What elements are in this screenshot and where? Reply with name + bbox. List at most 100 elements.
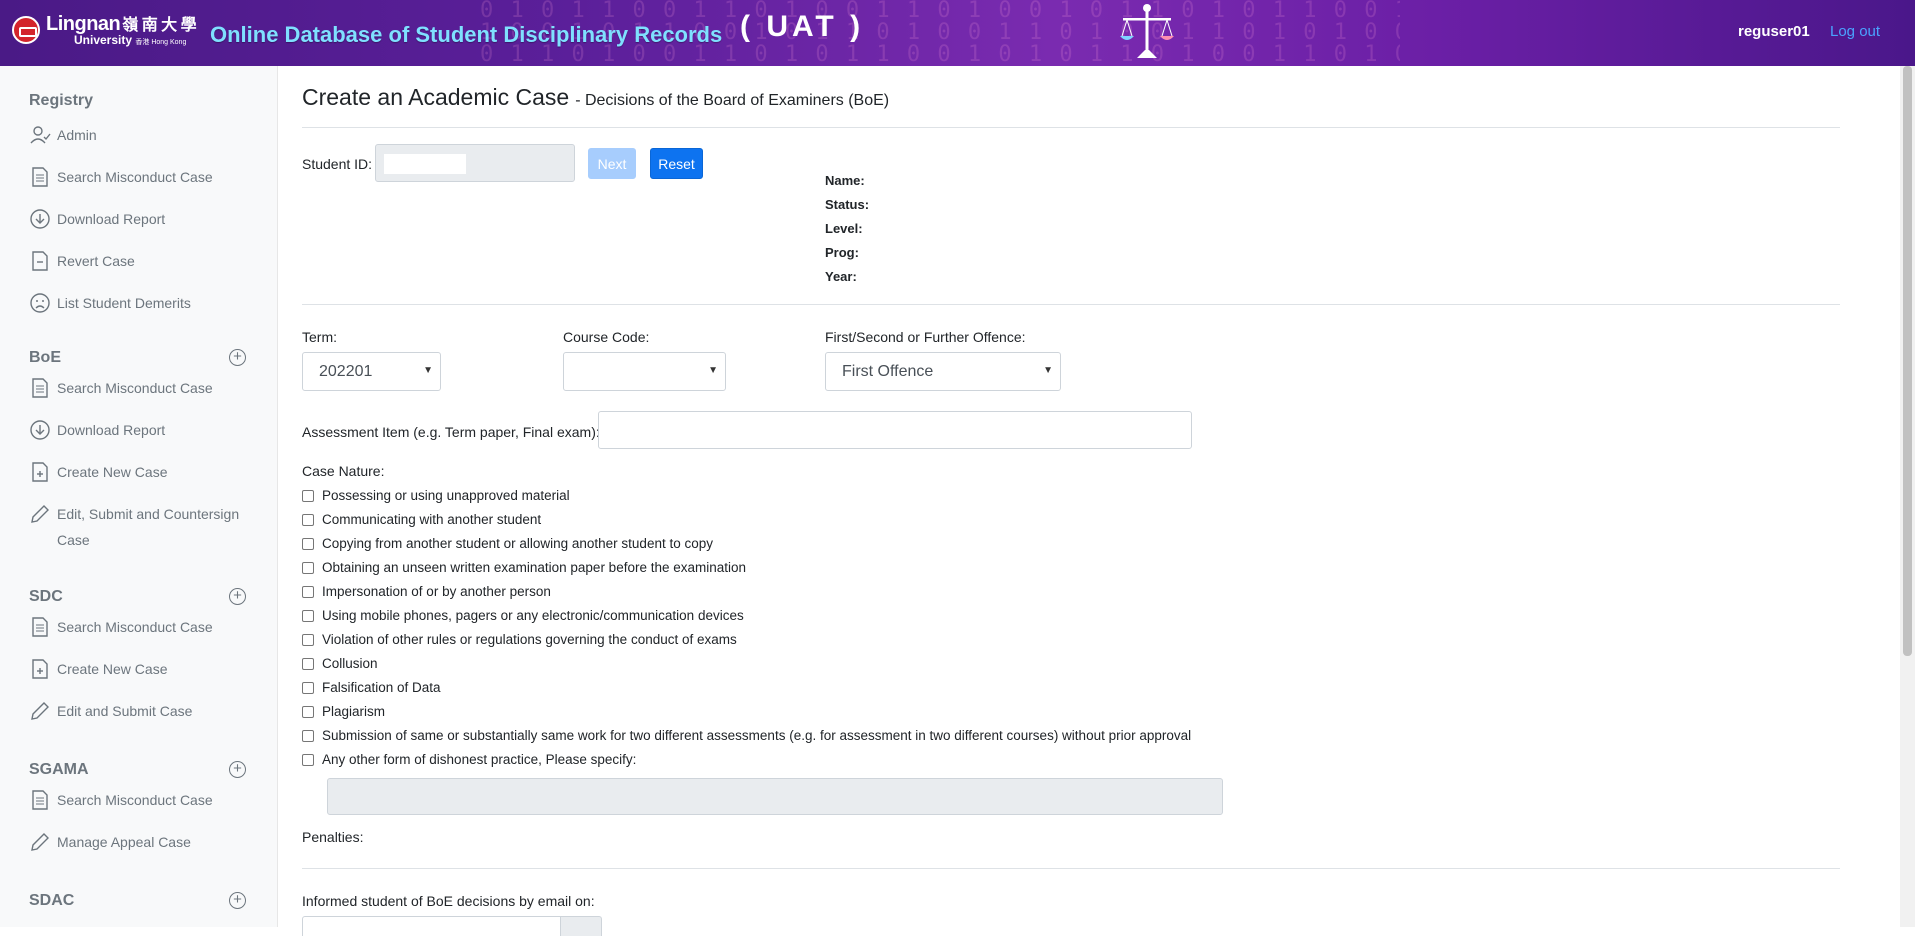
- section-title-registry: Registry: [29, 92, 94, 109]
- logout-link[interactable]: Log out: [1830, 23, 1880, 40]
- sidebar-item-label: Admin: [57, 127, 97, 143]
- download-circle-icon: [29, 208, 51, 230]
- term-label: Term:: [302, 329, 337, 345]
- student-prog-label: Prog:: [825, 245, 859, 260]
- case-nature-option[interactable]: Plagiarism: [302, 704, 385, 719]
- next-button[interactable]: Next: [588, 148, 636, 179]
- case-nature-label-text: Violation of other rules or regulations …: [322, 632, 737, 647]
- expand-sdac-plus-icon[interactable]: +: [229, 892, 246, 909]
- sidebar-item-registry-download[interactable]: Download Report: [29, 206, 249, 232]
- informed-date-label: Informed student of BoE decisions by ema…: [302, 893, 595, 909]
- sidebar-item-label: Create New Case: [57, 464, 168, 480]
- sidebar-item-student-demerits[interactable]: List Student Demerits: [29, 290, 249, 316]
- sidebar-item-registry-search[interactable]: Search Misconduct Case: [29, 164, 249, 190]
- case-nature-checkbox[interactable]: [302, 729, 314, 742]
- case-nature-option[interactable]: Any other form of dishonest practice, Pl…: [302, 752, 636, 767]
- sidebar-item-sgama-search[interactable]: Search Misconduct Case: [29, 787, 249, 813]
- student-name-label: Name:: [825, 173, 865, 188]
- case-nature-checkbox[interactable]: [302, 537, 314, 550]
- sidebar-item-label: Manage Appeal Case: [57, 834, 191, 850]
- case-nature-option[interactable]: Communicating with another student: [302, 512, 541, 527]
- sidebar-item-admin[interactable]: Admin: [29, 122, 249, 148]
- expand-sgama-plus-icon[interactable]: +: [229, 761, 246, 778]
- offence-select[interactable]: First Offence ▼: [825, 352, 1061, 391]
- page-title: Create an Academic Case - Decisions of th…: [302, 84, 889, 111]
- case-nature-option[interactable]: Submission of same or substantially same…: [302, 728, 1191, 743]
- case-nature-option[interactable]: Falsification of Data: [302, 680, 441, 695]
- chevron-down-icon: ▼: [1043, 365, 1053, 376]
- reset-button[interactable]: Reset: [650, 148, 703, 179]
- document-plus-icon: [29, 658, 51, 680]
- case-nature-checkbox[interactable]: [302, 753, 314, 766]
- current-user: reguser01: [1738, 23, 1810, 40]
- case-nature-option[interactable]: Violation of other rules or regulations …: [302, 632, 737, 647]
- logo-en: Lingnan: [46, 13, 121, 35]
- case-nature-checkbox[interactable]: [302, 633, 314, 646]
- sidebar-item-label: Search Misconduct Case: [57, 619, 213, 635]
- case-nature-label-text: Copying from another student or allowing…: [322, 536, 713, 551]
- page-scrollbar[interactable]: [1900, 66, 1915, 927]
- sidebar-item-boe-create[interactable]: Create New Case: [29, 459, 249, 485]
- sidebar-item-label: Search Misconduct Case: [57, 169, 213, 185]
- student-year-label: Year:: [825, 269, 857, 284]
- section-title-sdac: SDAC: [29, 892, 75, 909]
- sidebar-item-label: Create New Case: [57, 661, 168, 677]
- case-nature-option[interactable]: Copying from another student or allowing…: [302, 536, 713, 551]
- logo-en2: University: [74, 33, 133, 47]
- offence-select-value: First Offence: [842, 363, 934, 380]
- logo-cn2: 香港 Hong Kong: [135, 39, 187, 46]
- case-nature-option[interactable]: Possessing or using unapproved material: [302, 488, 570, 503]
- expand-boe-plus-icon[interactable]: +: [229, 349, 246, 366]
- divider: [302, 868, 1840, 869]
- case-nature-checkbox[interactable]: [302, 657, 314, 670]
- case-nature-option[interactable]: Impersonation of or by another person: [302, 584, 551, 599]
- other-dishonest-practice-input[interactable]: [327, 778, 1223, 815]
- case-nature-checkbox[interactable]: [302, 585, 314, 598]
- case-nature-label-text: Any other form of dishonest practice, Pl…: [322, 752, 637, 767]
- case-nature-option[interactable]: Using mobile phones, pagers or any elect…: [302, 608, 744, 623]
- sidebar-item-sdc-search[interactable]: Search Misconduct Case: [29, 614, 249, 640]
- course-code-select[interactable]: ▼: [563, 352, 726, 391]
- divider: [302, 304, 1840, 305]
- sidebar-item-boe-search[interactable]: Search Misconduct Case: [29, 375, 249, 401]
- sidebar-item-boe-edit-submit[interactable]: Edit, Submit and Countersign Case: [29, 501, 249, 553]
- sidebar-item-label: Search Misconduct Case: [57, 380, 213, 396]
- sidebar-item-sdc-create[interactable]: Create New Case: [29, 656, 249, 682]
- sidebar-item-label: Edit and Submit Case: [57, 703, 193, 719]
- assessment-item-input[interactable]: [598, 411, 1192, 449]
- informed-date-input[interactable]: [302, 916, 562, 936]
- case-nature-checkbox[interactable]: [302, 609, 314, 622]
- sidebar-item-boe-download[interactable]: Download Report: [29, 417, 249, 443]
- sidebar-item-revert-case[interactable]: Revert Case: [29, 248, 249, 274]
- case-nature-option[interactable]: Obtaining an unseen written examination …: [302, 560, 746, 575]
- sidebar-item-label: Download Report: [57, 211, 166, 227]
- case-nature-checkbox[interactable]: [302, 513, 314, 526]
- course-code-label: Course Code:: [563, 329, 650, 345]
- sidebar-item-sdc-edit-submit[interactable]: Edit and Submit Case: [29, 698, 249, 724]
- section-title-sgama: SGAMA: [29, 761, 89, 778]
- calendar-button[interactable]: [560, 916, 602, 936]
- case-nature-label-text: Possessing or using unapproved material: [322, 488, 570, 503]
- student-id-field[interactable]: [384, 154, 466, 174]
- case-nature-label-text: Communicating with another student: [322, 512, 542, 527]
- case-nature-checkbox[interactable]: [302, 681, 314, 694]
- lingnan-emblem-icon: [12, 16, 40, 44]
- case-nature-checkbox[interactable]: [302, 489, 314, 502]
- scrollbar-thumb[interactable]: [1903, 66, 1912, 656]
- document-plus-icon: [29, 461, 51, 483]
- student-id-input[interactable]: [375, 144, 575, 182]
- divider: [302, 127, 1840, 128]
- expand-sdc-plus-icon[interactable]: +: [229, 588, 246, 605]
- term-select[interactable]: 202201 ▼: [302, 352, 441, 391]
- case-nature-label-text: Using mobile phones, pagers or any elect…: [322, 608, 744, 623]
- case-nature-option[interactable]: Collusion: [302, 656, 378, 671]
- case-nature-checkbox[interactable]: [302, 705, 314, 718]
- sidebar: Registry Admin Search Misconduct Case Do…: [0, 66, 278, 927]
- case-nature-label-text: Obtaining an unseen written examination …: [322, 560, 747, 575]
- pencil-icon: [29, 700, 51, 722]
- case-nature-checkbox[interactable]: [302, 561, 314, 574]
- student-level-label: Level:: [825, 221, 863, 236]
- document-icon: [29, 166, 51, 188]
- sidebar-item-manage-appeal[interactable]: Manage Appeal Case: [29, 829, 249, 855]
- sidebar-item-label: Download Report: [57, 422, 166, 438]
